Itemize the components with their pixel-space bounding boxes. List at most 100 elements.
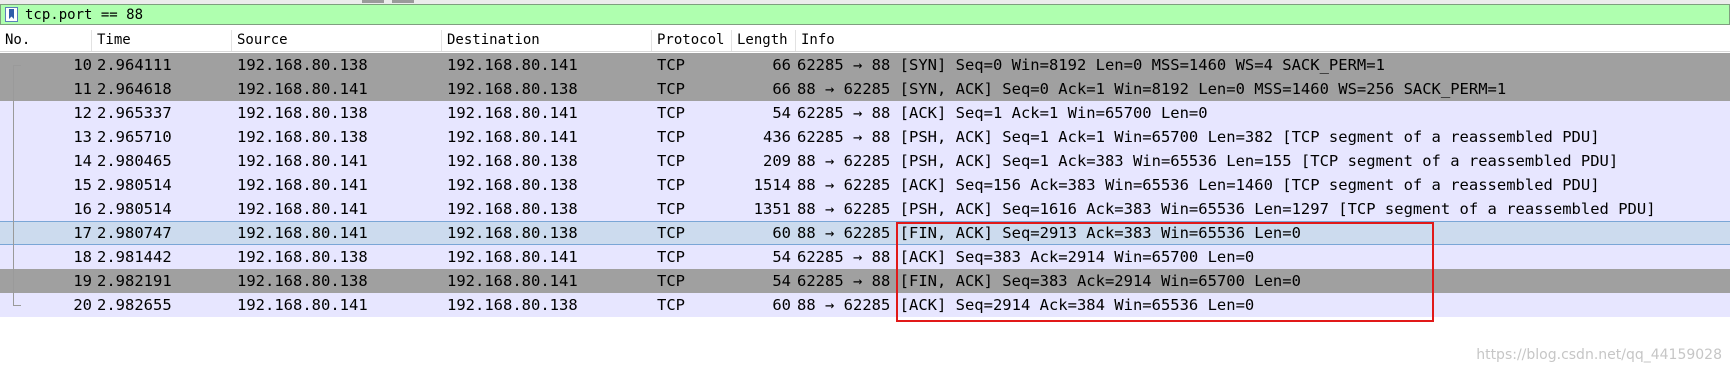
packet-source: 192.168.80.141 bbox=[237, 224, 368, 242]
packet-source: 192.168.80.141 bbox=[237, 176, 368, 194]
packet-row[interactable]: 16 2.980514 192.168.80.141 192.168.80.138 TC… bbox=[0, 197, 1730, 221]
bookmark-icon[interactable] bbox=[5, 7, 18, 22]
packet-time: 2.964618 bbox=[97, 80, 172, 98]
packet-destination: 192.168.80.141 bbox=[447, 128, 578, 146]
packet-row[interactable]: 18 2.981442 192.168.80.138 192.168.80.141 TC… bbox=[0, 245, 1730, 269]
packet-length: 436 bbox=[763, 128, 791, 146]
packet-destination: 192.168.80.138 bbox=[447, 224, 578, 242]
packet-info: 88 → 62285 [SYN, ACK] Seq=0 Ack=1 Win=81… bbox=[797, 80, 1507, 98]
packet-destination: 192.168.80.141 bbox=[447, 272, 578, 290]
packet-protocol: TCP bbox=[657, 224, 685, 242]
packet-source: 192.168.80.138 bbox=[237, 248, 368, 266]
packet-info: 88 → 62285 [ACK] Seq=156 Ack=383 Win=655… bbox=[797, 176, 1600, 194]
packet-destination: 192.168.80.141 bbox=[447, 56, 578, 74]
column-header-no[interactable]: No. bbox=[0, 30, 92, 51]
packet-number: 17 bbox=[73, 224, 92, 242]
packet-length: 60 bbox=[772, 296, 791, 314]
packet-list: 10 2.964111 192.168.80.138 192.168.80.141 TC… bbox=[0, 53, 1730, 317]
packet-protocol: TCP bbox=[657, 200, 685, 218]
packet-source: 192.168.80.138 bbox=[237, 56, 368, 74]
display-filter-input[interactable]: tcp.port == 88 bbox=[25, 6, 143, 24]
packet-source: 192.168.80.138 bbox=[237, 272, 368, 290]
packet-protocol: TCP bbox=[657, 272, 685, 290]
packet-number: 13 bbox=[73, 128, 92, 146]
packet-info: 88 → 62285 [PSH, ACK] Seq=1 Ack=383 Win=… bbox=[797, 152, 1619, 170]
packet-number: 14 bbox=[73, 152, 92, 170]
packet-time: 2.982655 bbox=[97, 296, 172, 314]
toolbar-handle bbox=[362, 0, 384, 3]
column-header-protocol[interactable]: Protocol bbox=[652, 30, 732, 51]
packet-row[interactable]: 14 2.980465 192.168.80.141 192.168.80.138 TC… bbox=[0, 149, 1730, 173]
packet-length: 66 bbox=[772, 56, 791, 74]
packet-protocol: TCP bbox=[657, 248, 685, 266]
packet-length: 54 bbox=[772, 272, 791, 290]
packet-protocol: TCP bbox=[657, 56, 685, 74]
toolbar-handle bbox=[392, 0, 414, 3]
packet-destination: 192.168.80.141 bbox=[447, 248, 578, 266]
packet-length: 54 bbox=[772, 248, 791, 266]
packet-time: 2.980514 bbox=[97, 200, 172, 218]
packet-row[interactable]: 11 2.964618 192.168.80.141 192.168.80.138 TC… bbox=[0, 77, 1730, 101]
packet-protocol: TCP bbox=[657, 152, 685, 170]
packet-time: 2.965337 bbox=[97, 104, 172, 122]
packet-number: 18 bbox=[73, 248, 92, 266]
packet-row[interactable]: 12 2.965337 192.168.80.138 192.168.80.141 TC… bbox=[0, 101, 1730, 125]
packet-length: 66 bbox=[772, 80, 791, 98]
packet-source: 192.168.80.141 bbox=[237, 200, 368, 218]
packet-destination: 192.168.80.141 bbox=[447, 104, 578, 122]
packet-info: 62285 → 88 [PSH, ACK] Seq=1 Ack=1 Win=65… bbox=[797, 128, 1600, 146]
packet-destination: 192.168.80.138 bbox=[447, 200, 578, 218]
packet-source: 192.168.80.141 bbox=[237, 296, 368, 314]
packet-number: 20 bbox=[73, 296, 92, 314]
packet-number: 15 bbox=[73, 176, 92, 194]
packet-row[interactable]: 15 2.980514 192.168.80.141 192.168.80.138 TC… bbox=[0, 173, 1730, 197]
packet-protocol: TCP bbox=[657, 80, 685, 98]
packet-protocol: TCP bbox=[657, 104, 685, 122]
column-header-source[interactable]: Source bbox=[232, 30, 442, 51]
packet-time: 2.981442 bbox=[97, 248, 172, 266]
packet-list-header: No. Time Source Destination Protocol Len… bbox=[0, 30, 1730, 52]
packet-destination: 192.168.80.138 bbox=[447, 176, 578, 194]
packet-source: 192.168.80.138 bbox=[237, 104, 368, 122]
packet-destination: 192.168.80.138 bbox=[447, 152, 578, 170]
packet-number: 11 bbox=[73, 80, 92, 98]
packet-destination: 192.168.80.138 bbox=[447, 296, 578, 314]
packet-info: 88 → 62285 [PSH, ACK] Seq=1616 Ack=383 W… bbox=[797, 200, 1656, 218]
packet-number: 12 bbox=[73, 104, 92, 122]
packet-row[interactable]: 13 2.965710 192.168.80.138 192.168.80.141 TC… bbox=[0, 125, 1730, 149]
packet-length: 1514 bbox=[753, 176, 791, 194]
highlight-box bbox=[896, 222, 1434, 322]
packet-protocol: TCP bbox=[657, 128, 685, 146]
packet-source: 192.168.80.138 bbox=[237, 128, 368, 146]
packet-time: 2.964111 bbox=[97, 56, 172, 74]
column-header-destination[interactable]: Destination bbox=[442, 30, 652, 51]
packet-row[interactable]: 19 2.982191 192.168.80.138 192.168.80.141 TC… bbox=[0, 269, 1730, 293]
packet-time: 2.980747 bbox=[97, 224, 172, 242]
packet-protocol: TCP bbox=[657, 296, 685, 314]
packet-info: 62285 → 88 [SYN] Seq=0 Win=8192 Len=0 MS… bbox=[797, 56, 1385, 74]
packet-info: 62285 → 88 [ACK] Seq=1 Ack=1 Win=65700 L… bbox=[797, 104, 1208, 122]
watermark: https://blog.csdn.net/qq_44159028 bbox=[1476, 347, 1722, 363]
packet-row[interactable]: 20 2.982655 192.168.80.141 192.168.80.138 TC… bbox=[0, 293, 1730, 317]
packet-number: 16 bbox=[73, 200, 92, 218]
packet-length: 54 bbox=[772, 104, 791, 122]
column-header-info[interactable]: Info bbox=[796, 30, 1730, 51]
packet-number: 19 bbox=[73, 272, 92, 290]
packet-length: 1351 bbox=[753, 200, 791, 218]
packet-source: 192.168.80.141 bbox=[237, 80, 368, 98]
packet-source: 192.168.80.141 bbox=[237, 152, 368, 170]
display-filter-bar[interactable]: tcp.port == 88 bbox=[0, 4, 1730, 25]
column-header-length[interactable]: Length bbox=[732, 30, 796, 51]
packet-time: 2.982191 bbox=[97, 272, 172, 290]
packet-length: 60 bbox=[772, 224, 791, 242]
packet-destination: 192.168.80.138 bbox=[447, 80, 578, 98]
packet-time: 2.965710 bbox=[97, 128, 172, 146]
packet-length: 209 bbox=[763, 152, 791, 170]
packet-row[interactable]: 10 2.964111 192.168.80.138 192.168.80.141 TC… bbox=[0, 53, 1730, 77]
packet-number: 10 bbox=[73, 56, 92, 74]
packet-time: 2.980514 bbox=[97, 176, 172, 194]
packet-row[interactable]: 17 2.980747 192.168.80.141 192.168.80.138 TC… bbox=[0, 221, 1730, 245]
column-header-time[interactable]: Time bbox=[92, 30, 232, 51]
packet-time: 2.980465 bbox=[97, 152, 172, 170]
packet-protocol: TCP bbox=[657, 176, 685, 194]
